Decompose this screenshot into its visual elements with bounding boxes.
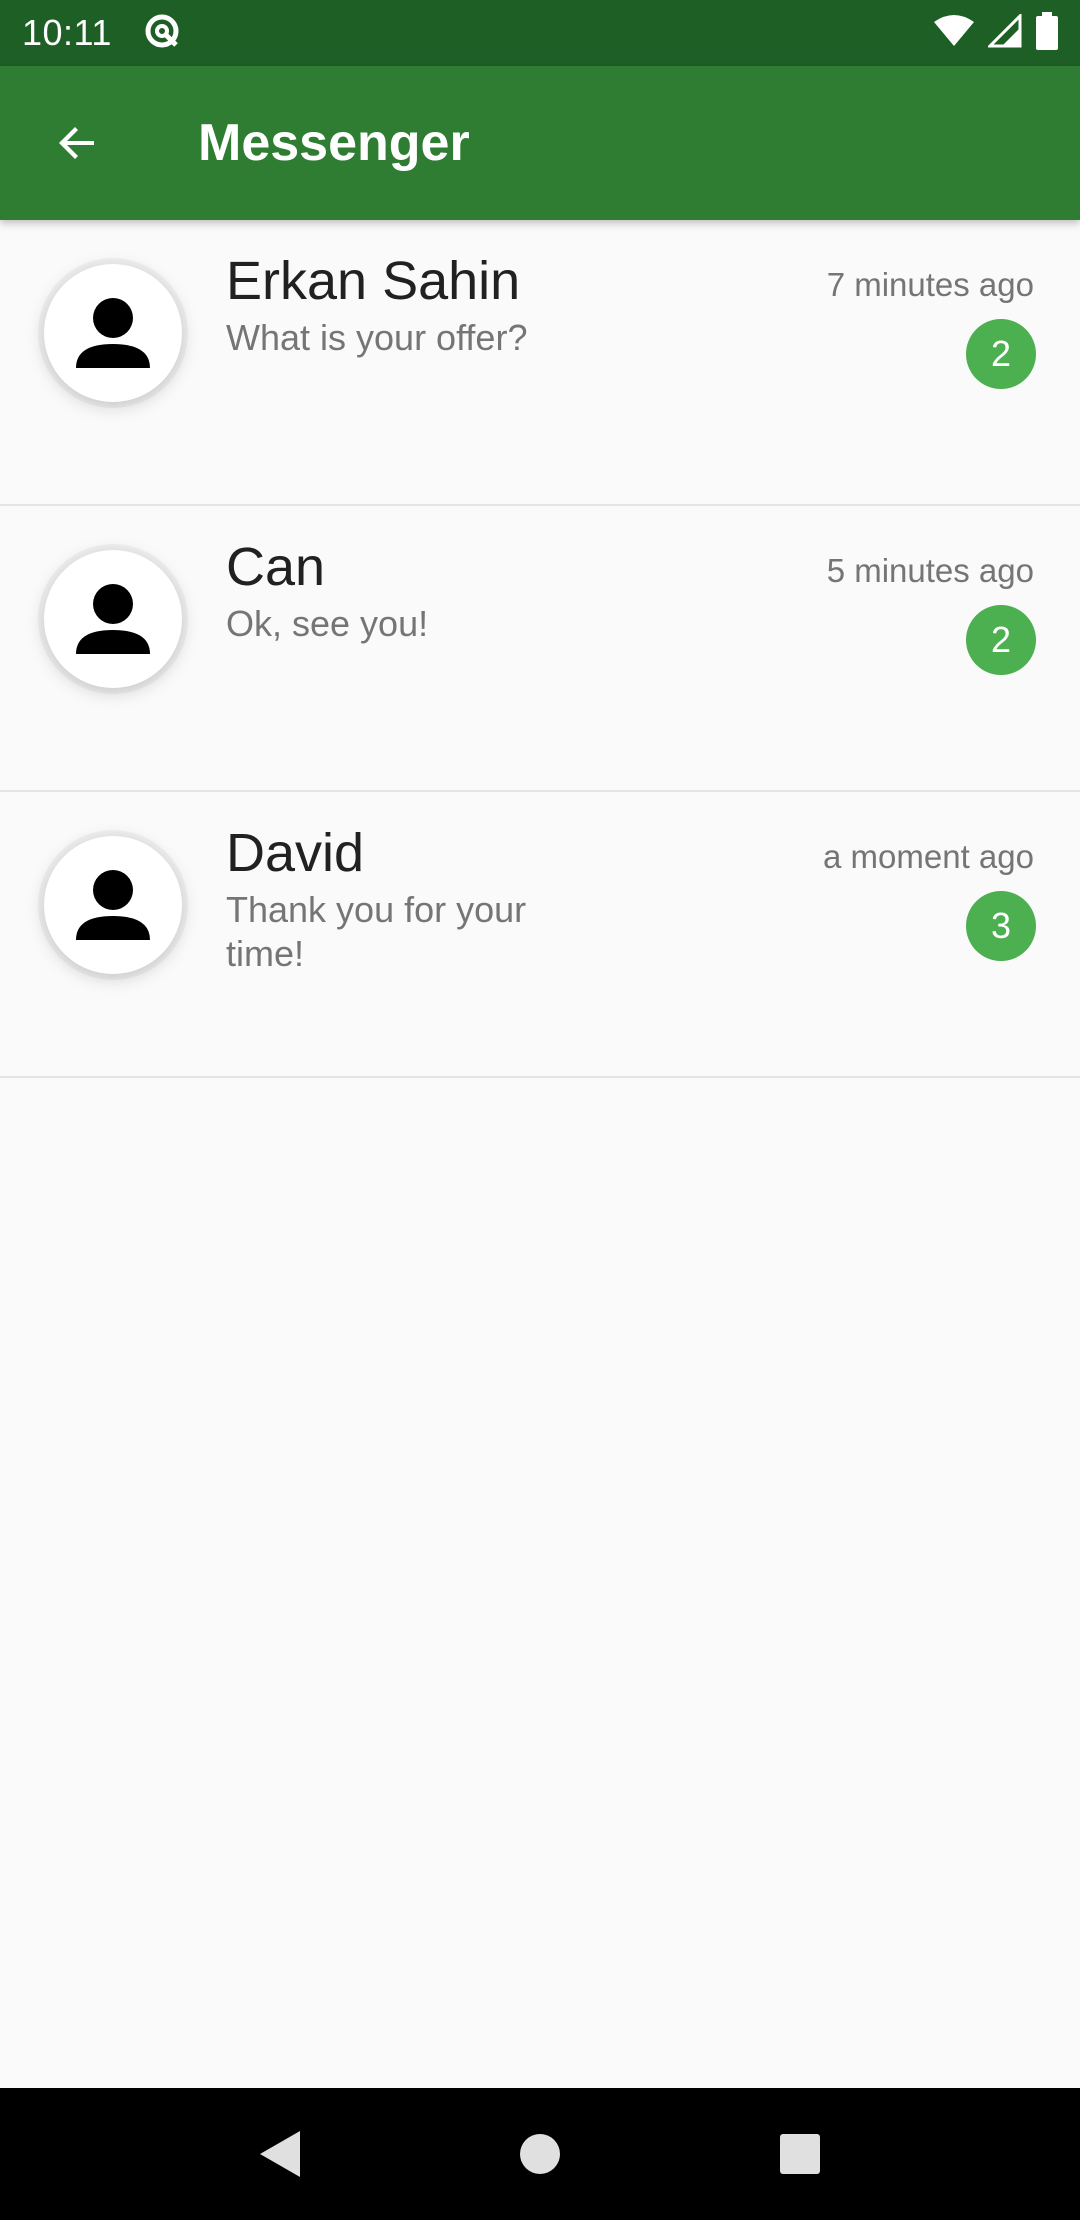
system-nav-bar — [0, 2088, 1080, 2220]
back-button[interactable] — [38, 103, 118, 183]
message-time: 7 minutes ago — [826, 266, 1034, 303]
battery-icon — [1036, 11, 1058, 55]
conversation-item[interactable]: Can Ok, see you! 5 minutes ago 2 — [0, 506, 1080, 792]
page-title: Messenger — [198, 114, 470, 172]
message-preview: What is your offer? — [226, 317, 528, 358]
unread-badge: 3 — [966, 891, 1036, 961]
person-icon — [76, 870, 150, 940]
conversation-item[interactable]: David Thank you for your time! a moment … — [0, 792, 1080, 1078]
conversation-item[interactable]: Erkan Sahin What is your offer? 7 minute… — [0, 220, 1080, 506]
wifi-icon — [934, 14, 974, 53]
message-time: 5 minutes ago — [826, 552, 1034, 589]
contact-name: David — [226, 823, 365, 883]
status-time: 10:11 — [22, 12, 112, 53]
signal-icon — [986, 11, 1022, 53]
app-bar: Messenger — [0, 66, 1080, 220]
message-preview: Ok, see you! — [226, 603, 429, 644]
conversation-list: Erkan Sahin What is your offer? 7 minute… — [0, 220, 1080, 1078]
back-triangle-icon — [260, 2131, 300, 2177]
message-time: a moment ago — [823, 838, 1034, 875]
recents-square-icon — [780, 2134, 820, 2174]
person-icon — [76, 298, 150, 368]
status-left: 10:11 — [22, 11, 182, 56]
message-preview: Thank you for your time! — [226, 889, 527, 974]
unread-badge: 2 — [966, 605, 1036, 675]
contact-name: Erkan Sahin — [226, 251, 521, 311]
avatar — [44, 264, 182, 402]
nav-recents-button[interactable] — [760, 2114, 840, 2194]
data-saver-icon — [142, 11, 182, 56]
avatar — [44, 550, 182, 688]
status-bar: 10:11 — [0, 0, 1080, 66]
person-icon — [76, 584, 150, 654]
avatar — [44, 836, 182, 974]
nav-back-button[interactable] — [240, 2114, 320, 2194]
status-right — [934, 11, 1058, 55]
contact-name: Can — [226, 537, 326, 597]
home-circle-icon — [520, 2134, 560, 2174]
arrow-back-icon — [59, 127, 94, 159]
nav-home-button[interactable] — [500, 2114, 580, 2194]
unread-badge: 2 — [966, 319, 1036, 389]
